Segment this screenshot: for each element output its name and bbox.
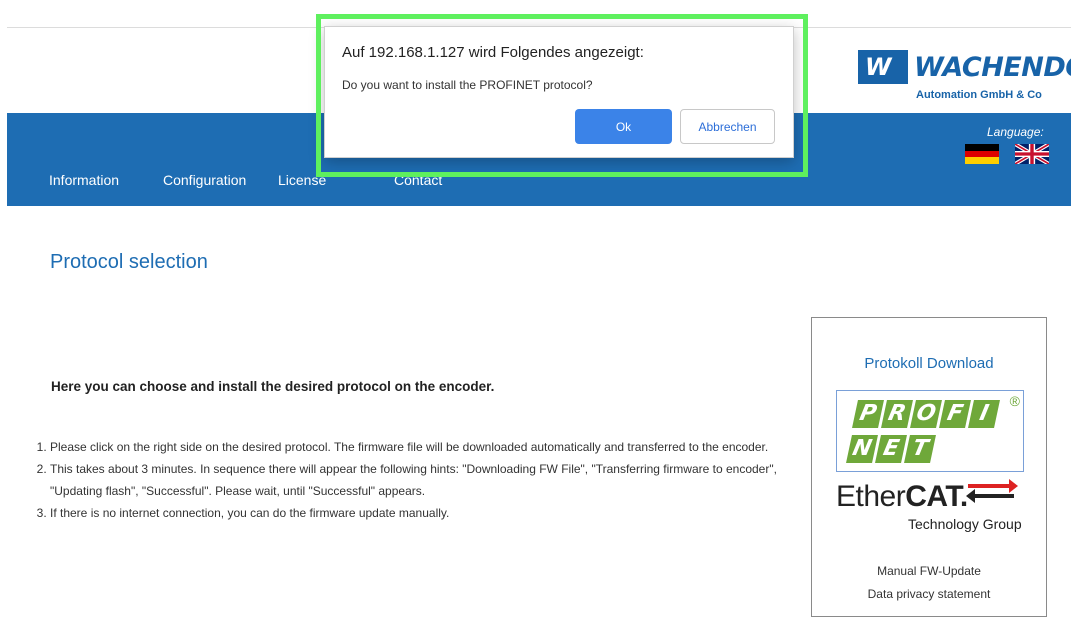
- instruction-step: This takes about 3 minutes. In sequence …: [50, 458, 820, 502]
- manual-fw-update-link[interactable]: Manual FW-Update: [812, 564, 1046, 578]
- privacy-statement-link[interactable]: Data privacy statement: [812, 587, 1046, 601]
- protocol-download-panel: Protokoll Download PROFI NET ® EtherCAT.…: [811, 317, 1047, 617]
- profinet-logo-button[interactable]: PROFI NET ®: [836, 390, 1024, 472]
- profinet-row-bottom: NET: [846, 435, 936, 463]
- instruction-step: Please click on the right side on the de…: [50, 436, 820, 458]
- english-flag-icon[interactable]: [1015, 144, 1049, 164]
- registered-mark: ®: [1009, 393, 1020, 409]
- logo-mark-icon: W: [858, 50, 908, 84]
- profinet-row-top: PROFI: [852, 400, 1000, 428]
- german-flag-icon[interactable]: [965, 144, 999, 164]
- dialog-title: Auf 192.168.1.127 wird Folgendes angezei…: [342, 44, 644, 61]
- intro-text: Here you can choose and install the desi…: [51, 379, 495, 394]
- ethercat-wordmark: EtherCAT.: [836, 480, 968, 513]
- company-logo[interactable]: W WACHENDOR Automation GmbH & Co: [858, 48, 1071, 104]
- ethercat-arrow-icon: [968, 479, 1018, 493]
- confirm-dialog: Auf 192.168.1.127 wird Folgendes angezei…: [324, 26, 794, 158]
- dialog-message: Do you want to install the PROFINET prot…: [342, 78, 593, 92]
- nav-information[interactable]: Information: [49, 172, 119, 188]
- instruction-list: Please click on the right side on the de…: [14, 436, 820, 524]
- language-label: Language:: [987, 125, 1044, 139]
- nav-contact[interactable]: Contact: [394, 172, 442, 188]
- ethercat-arrow-icon: [966, 489, 1014, 503]
- instruction-step: If there is no internet connection, you …: [50, 502, 820, 524]
- logo-name: WACHENDOR: [914, 52, 1071, 83]
- ethercat-logo-button[interactable]: EtherCAT. Technology Group: [836, 478, 1036, 538]
- page-title: Protocol selection: [50, 251, 208, 273]
- cancel-button[interactable]: Abbrechen: [680, 109, 775, 144]
- ethercat-subtitle: Technology Group: [908, 516, 1022, 532]
- download-panel-title: Protokoll Download: [864, 355, 994, 372]
- nav-license[interactable]: License: [278, 172, 326, 188]
- nav-configuration[interactable]: Configuration: [163, 172, 246, 188]
- ok-button[interactable]: Ok: [575, 109, 672, 144]
- logo-subtitle: Automation GmbH & Co: [916, 89, 1042, 101]
